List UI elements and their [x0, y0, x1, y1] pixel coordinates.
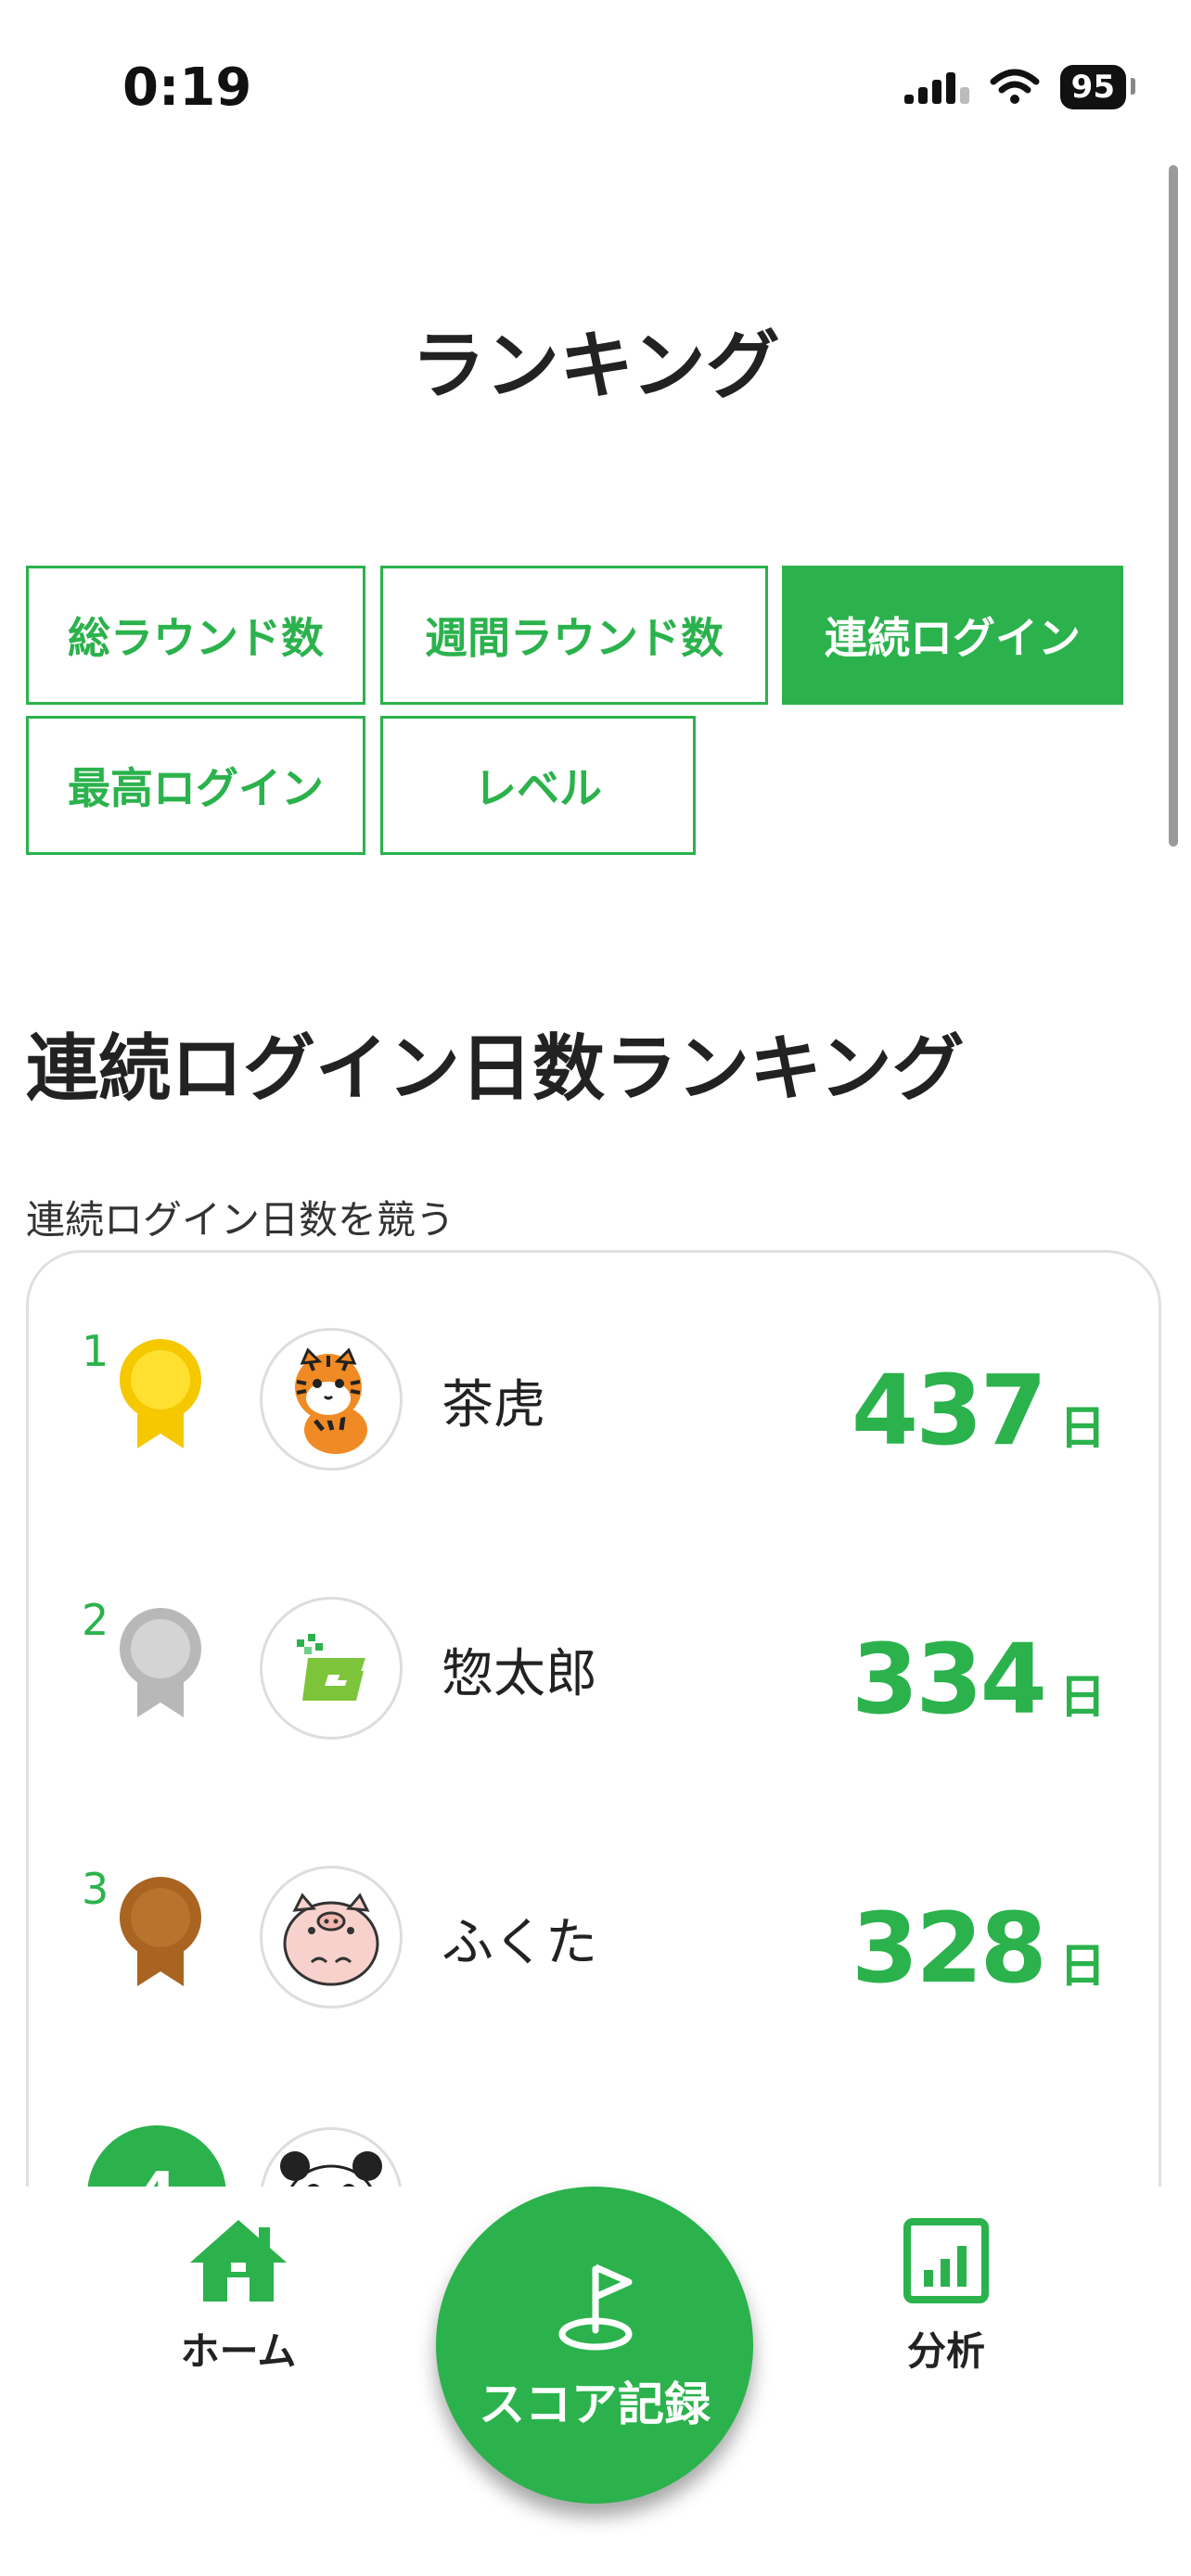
page-title: ランキング	[411, 323, 780, 409]
tab-weekly-rounds[interactable]: 週間ラウンド数	[380, 566, 768, 705]
user-name: ふくた	[442, 1913, 597, 1973]
score: 437 日	[852, 1354, 1106, 1467]
status-bar: 0:19 95	[0, 0, 1191, 176]
rank-number: 2	[82, 1595, 109, 1645]
rank-number: 1	[82, 1326, 109, 1376]
section-title: 連続ログイン日数ランキング	[26, 1027, 965, 1111]
section-description: 連続ログイン日数を競う	[26, 1197, 455, 1243]
nav-home[interactable]: ホーム	[127, 2214, 350, 2377]
silver-medal-icon	[120, 1608, 201, 1717]
rank-number: 3	[82, 1864, 109, 1914]
score-value: 328	[851, 1892, 1047, 2005]
cellular-signal-icon	[903, 72, 969, 104]
score-value: 437	[851, 1354, 1047, 1467]
score-record-label: スコア記録	[479, 2378, 711, 2431]
bottom-navigation: ホーム スコア記録 分析	[0, 2187, 1191, 2576]
score-unit: 日	[1059, 1939, 1106, 1993]
pig-avatar-icon	[283, 1893, 379, 1986]
tab-total-rounds[interactable]: 総ラウンド数	[26, 566, 365, 705]
tab-consecutive-login[interactable]: 連続ログイン	[782, 566, 1123, 705]
bronze-medal-icon	[120, 1877, 201, 1986]
score-unit: 日	[1059, 1401, 1106, 1455]
score-value: 334	[851, 1623, 1047, 1736]
analysis-chart-icon	[903, 2218, 989, 2303]
avatar	[260, 1866, 403, 2009]
home-icon	[190, 2220, 287, 2302]
gold-medal-icon	[120, 1339, 201, 1448]
tab-level[interactable]: レベル	[380, 716, 696, 855]
score-unit: 日	[1059, 1670, 1106, 1724]
ranking-row[interactable]: 3 ふくた 328 日	[26, 1864, 1161, 2068]
nav-analysis[interactable]: 分析	[835, 2214, 1057, 2377]
nav-analysis-label: 分析	[906, 2328, 985, 2374]
score-record-button[interactable]: スコア記録	[436, 2187, 753, 2504]
nav-home-label: ホーム	[180, 2328, 297, 2374]
score: 334 日	[852, 1623, 1106, 1736]
battery-indicator: 95	[1059, 65, 1136, 109]
wifi-icon	[990, 69, 1040, 104]
score: 328 日	[852, 1892, 1106, 2005]
user-name: 惣太郎	[442, 1644, 597, 1704]
scrollbar[interactable]	[1169, 165, 1178, 847]
ranking-row[interactable]: 1 茶虎 437 日	[26, 1326, 1161, 1530]
golf-flag-icon	[558, 2264, 633, 2351]
ranking-row[interactable]: 2 惣太郎 334 日	[26, 1595, 1161, 1799]
avatar	[260, 1328, 403, 1471]
status-icons: 95	[903, 65, 1136, 109]
user-name: 茶虎	[442, 1375, 545, 1435]
avatar	[260, 1597, 403, 1740]
status-time: 0:19	[122, 57, 252, 118]
g-logo-avatar-icon	[297, 1634, 365, 1701]
tiger-avatar-icon	[295, 1347, 367, 1454]
tab-max-login[interactable]: 最高ログイン	[26, 716, 365, 855]
